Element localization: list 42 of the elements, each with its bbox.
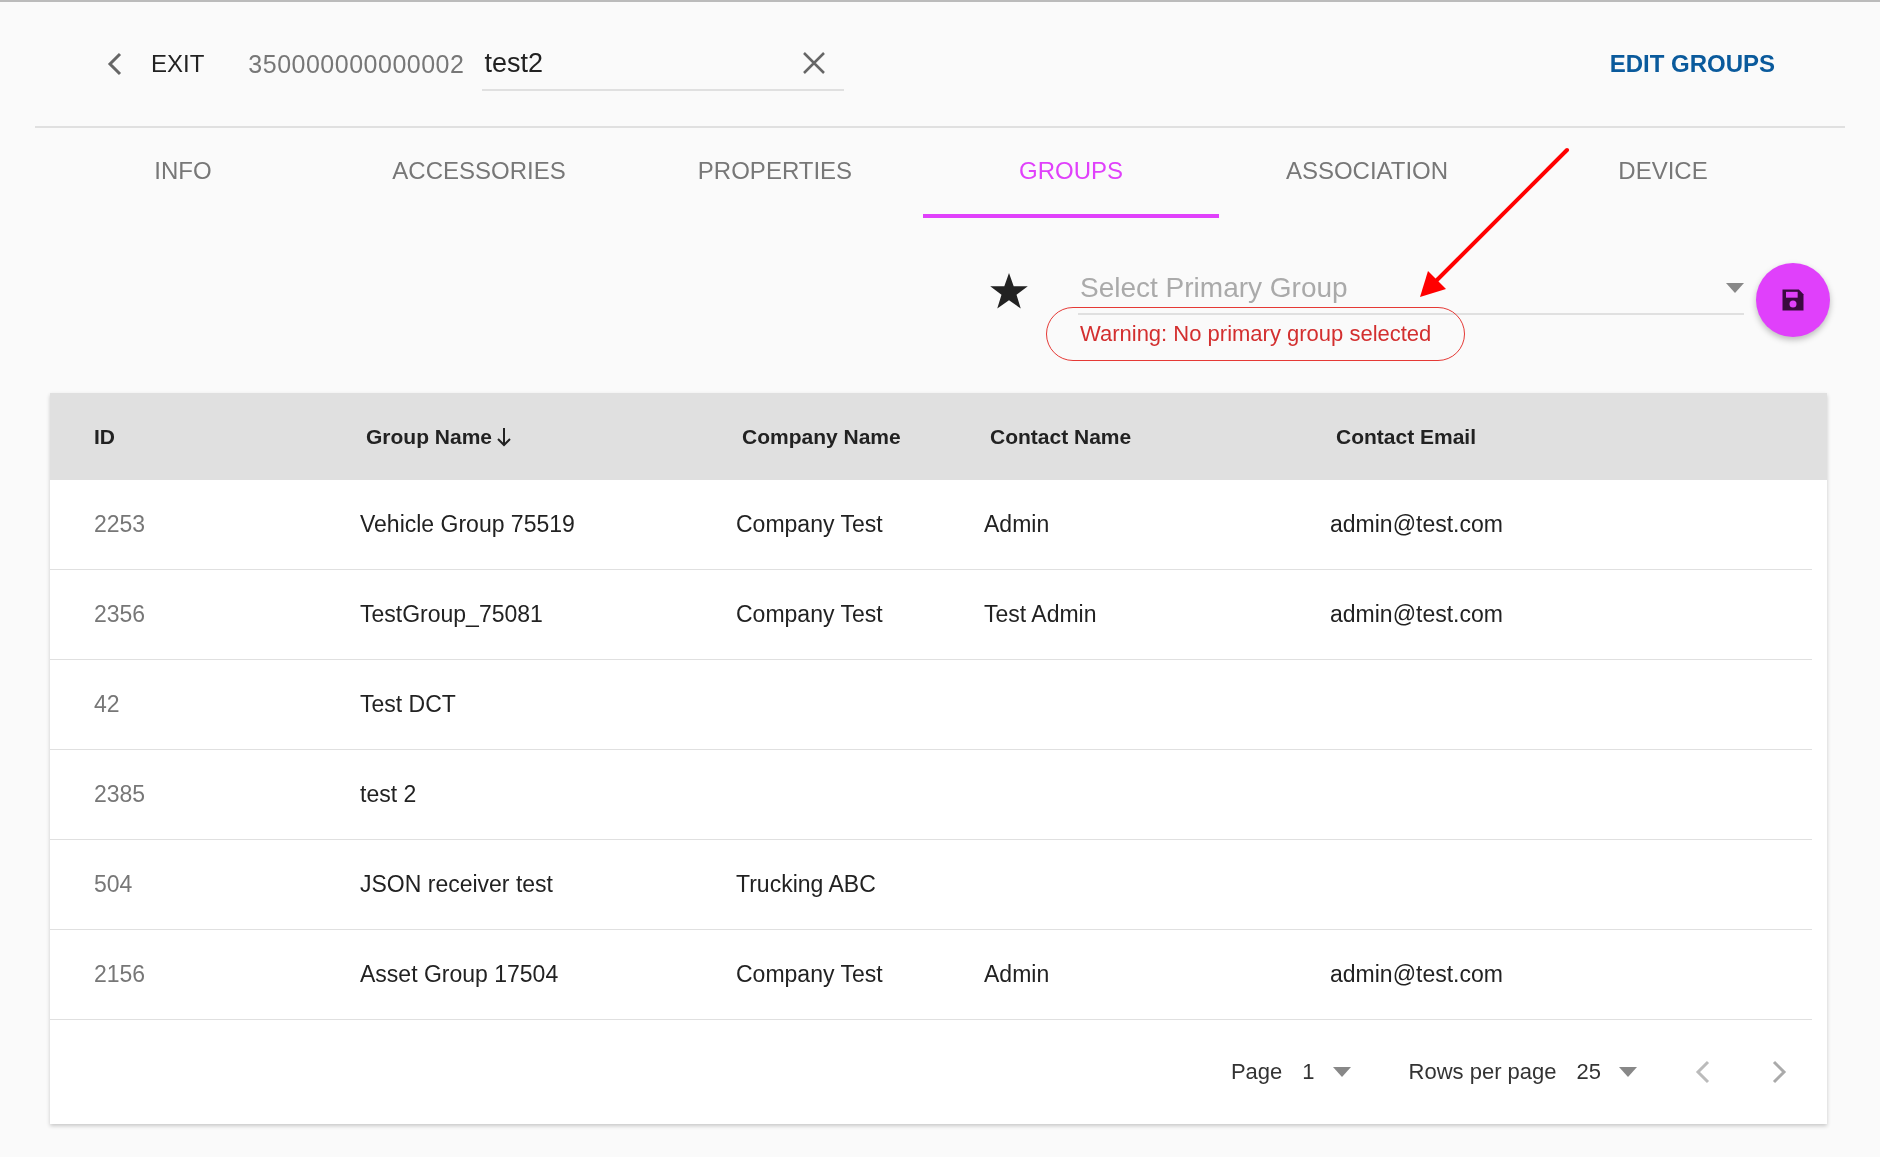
table-cell-text: Vehicle Group 75519 [360, 511, 576, 538]
table-cell-text: Asset Group 17504 [360, 961, 560, 988]
device-id: 350000000000002 [248, 49, 465, 79]
table-cell-text: Admin [984, 961, 1051, 988]
column-header[interactable]: Contact Email [1336, 424, 1827, 449]
dropdown-caret-icon [1619, 1067, 1637, 1077]
rows-per-page-select[interactable]: 25 [1576, 1059, 1637, 1085]
dropdown-caret-icon [1332, 1067, 1351, 1077]
column-header[interactable]: ID [94, 424, 366, 449]
page-select[interactable]: 1 [1302, 1059, 1351, 1085]
exit-button[interactable]: EXIT [147, 46, 209, 82]
column-header[interactable]: Company Name [742, 424, 990, 449]
table-cell-text: admin@test.com [1330, 601, 1504, 628]
tab[interactable]: INFO [35, 128, 331, 218]
tab[interactable]: ASSOCIATION [1219, 128, 1515, 218]
star-icon [990, 273, 1028, 309]
table-cell-text: admin@test.com [1330, 511, 1504, 538]
name-field[interactable]: test2 [482, 46, 803, 80]
table-cell-text: Company Test [736, 511, 884, 538]
table-cell-text: Trucking ABC [736, 871, 877, 898]
table-cell-text: 504 [94, 871, 134, 898]
dropdown-caret-icon [1726, 283, 1744, 293]
table-cell-text: Company Test [736, 961, 884, 988]
edit-groups-button[interactable]: EDIT GROUPS [1605, 46, 1779, 82]
table-cell-text: Test DCT [360, 691, 457, 718]
close-icon[interactable] [802, 51, 827, 75]
tab[interactable]: ACCESSORIES [331, 128, 627, 218]
table-cell-text: Admin [984, 511, 1051, 538]
table-cell-text: Test Admin [984, 601, 1098, 628]
table-cell-text: TestGroup_75081 [360, 601, 544, 628]
column-header[interactable]: Group Name [366, 424, 742, 449]
page-label: Page [1230, 1059, 1283, 1085]
rows-per-page-label: Rows per page [1408, 1059, 1557, 1085]
save-button[interactable] [1756, 263, 1830, 337]
back-icon[interactable] [107, 52, 123, 76]
primary-group-select[interactable]: Select Primary Group [1078, 271, 1726, 305]
column-header[interactable]: Contact Name [990, 424, 1336, 449]
table-cell-text: test 2 [360, 781, 418, 808]
table-cell-text: admin@test.com [1330, 961, 1504, 988]
tab[interactable]: PROPERTIES [627, 128, 923, 218]
tab[interactable]: DEVICE [1515, 128, 1811, 218]
table-cell-text: 2356 [94, 601, 147, 628]
